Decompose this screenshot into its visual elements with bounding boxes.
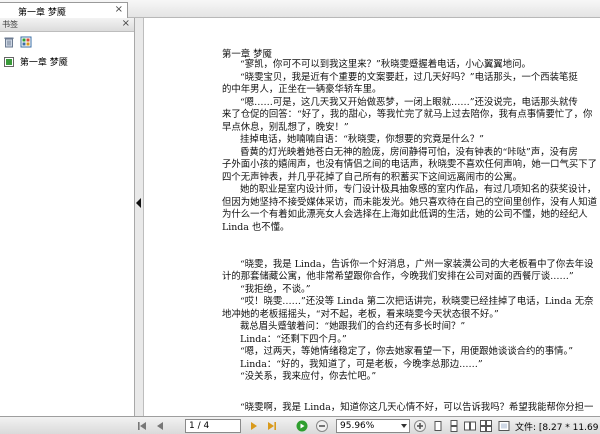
single-page-view-icon[interactable] — [432, 420, 444, 432]
panel-close-icon[interactable]: × — [122, 18, 130, 29]
outline-item[interactable]: 第一章 梦魇 — [4, 55, 68, 68]
text-line: 地冲她的老板摇摇头，“对不起，老板，看来晓雯今天状态很不好。” — [222, 308, 499, 320]
text-line: 昏黄的灯光映着她苍白无神的脸庞，房间静得可怕，没有钟表的“咔哒”声，没有房 — [240, 146, 578, 158]
text-line: “寥凯，你可不可以到我这里来？”秋晓雯蹙握着电话，小心翼翼地问。 — [240, 59, 531, 70]
text-line: 挂掉电话，她喃喃自语：“秋晓雯，你想要的究竟是什么？” — [240, 134, 484, 145]
text-line: “嗯，过两天，等她情绪稳定了，你去她家看望一下，用便跟她谈谈合约的事情。” — [240, 346, 574, 357]
chapter-heading: 第一章 梦魇 — [222, 49, 272, 60]
text-line: 裁总眉头蹙皱着问：“她跟我们的合约还有多长时间？” — [240, 321, 466, 332]
tab-document[interactable]: 第一章 梦魇 × — [0, 2, 128, 18]
panel-header: 书签 × — [0, 18, 134, 32]
zoom-select[interactable]: 95.96% — [336, 419, 410, 433]
text-line: “没关系，我来应付，你去忙吧。” — [240, 371, 377, 382]
outline-item-label: 第一章 梦魇 — [19, 58, 68, 68]
text-line: “晓雯宝贝，我是近有个重要的文案要赶，过几天好吗？”电话那头，一个西装笔挺 — [240, 71, 578, 83]
continuous-view-icon[interactable] — [448, 420, 460, 432]
tab-close-icon[interactable]: × — [115, 4, 123, 15]
text-line: “嗯……可是，这几天我又开始做恶梦，一闭上眼就……”还没说完，电话那头就传 — [240, 96, 578, 108]
document-page: 第一章 梦魇 “寥凯，你可不可以到我这里来？”秋晓雯蹙握着电话，小心翼翼地问。 “… — [145, 19, 600, 416]
page-number-input[interactable]: 1 / 4 — [185, 419, 241, 433]
zoom-out-icon[interactable] — [316, 420, 328, 432]
zoom-in-icon[interactable] — [414, 420, 426, 432]
text-line: “哎！晓雯……”还没等 Linda 第二次把话讲完，秋晓雯已经挂掉了电话，Lin… — [240, 296, 594, 307]
bookmarks-panel: 书签 × 第一章 梦魇 — [0, 18, 135, 416]
fit-window-icon[interactable] — [498, 420, 510, 432]
prev-page-icon[interactable] — [154, 420, 166, 432]
add-bookmark-icon[interactable] — [20, 36, 32, 48]
facing-view-icon[interactable] — [464, 420, 476, 432]
zoom-value: 95.96% — [340, 421, 375, 431]
text-line: Linda：“好的，我知道了，可是老板，今晚李总那边……” — [240, 358, 483, 370]
tab-bar: 第一章 梦魇 × — [0, 0, 600, 18]
panel-title: 书签 — [2, 20, 18, 29]
text-line: 但因为她坚持不接受媒体采访，而未能发光。她只喜欢待在自己的空间里创作，没有人知道 — [222, 196, 598, 208]
delete-bookmark-icon[interactable] — [3, 36, 15, 48]
last-page-icon[interactable] — [266, 420, 278, 432]
text-line: 为什么一个有着如此漂亮女人会选择在上海如此低调的生活，她的公司不懂，她的经纪人 — [222, 209, 588, 220]
status-bar: 1 / 4 95.96% 文件: [8.27 * 11.69 — [0, 416, 600, 434]
tab-label: 第一章 梦魇 — [18, 8, 66, 18]
text-line: 她的职业是室内设计师，专门设计极具抽象感的室内作品，有过几项知名的获奖设计， — [240, 184, 597, 195]
text-line: 来了仓促的回答：“好了，我的甜心，等我忙完了就马上过去陪你，我有点事情要忙了，你 — [222, 109, 593, 120]
text-line: 早点休息，别乱想了，晚安！” — [222, 121, 349, 133]
bookmark-icon — [4, 56, 14, 67]
text-line: 四个无声钟表，并几乎花掉了自己所有的积蓄买下这间远离闹市的公寓。 — [222, 171, 523, 183]
file-size-label: 文件: [8.27 * 11.69 in] — [515, 423, 600, 433]
first-page-icon[interactable] — [136, 420, 148, 432]
continuous-facing-view-icon[interactable] — [480, 420, 492, 432]
text-line: Linda 也不懂。 — [222, 221, 290, 233]
text-line: 子外面小孩的嬉闹声，也没有情侣之间的电话声，秋晓雯不喜欢任何声响，她一口气买下了 — [222, 159, 598, 170]
chevron-down-icon[interactable] — [401, 424, 407, 428]
panel-splitter[interactable] — [135, 18, 144, 416]
go-icon[interactable] — [296, 420, 308, 432]
text-line: 的中年男人，正坐在一辆豪华轿车里。 — [222, 84, 382, 95]
text-line: “晓雯，我是 Linda，告诉你一个好消息，广州一家装潢公司的大老板看中了你去年… — [240, 258, 594, 270]
text-line: Linda：“还剩下四个月。” — [240, 333, 347, 345]
text-line: 计的那套储藏公寓，他非常希望跟你合作，今晚我们安排在公司对面的西餐厅谈……” — [222, 271, 574, 282]
text-line: “我拒绝，不谈。” — [240, 283, 311, 295]
text-line: “晓雯啊，我是 Linda，知道你这几天心情不好，可以告诉我吗？希望我能帮你分担… — [240, 402, 594, 413]
collapse-arrow-icon[interactable] — [136, 198, 141, 208]
next-page-icon[interactable] — [248, 420, 260, 432]
panel-toolbar — [0, 33, 134, 51]
